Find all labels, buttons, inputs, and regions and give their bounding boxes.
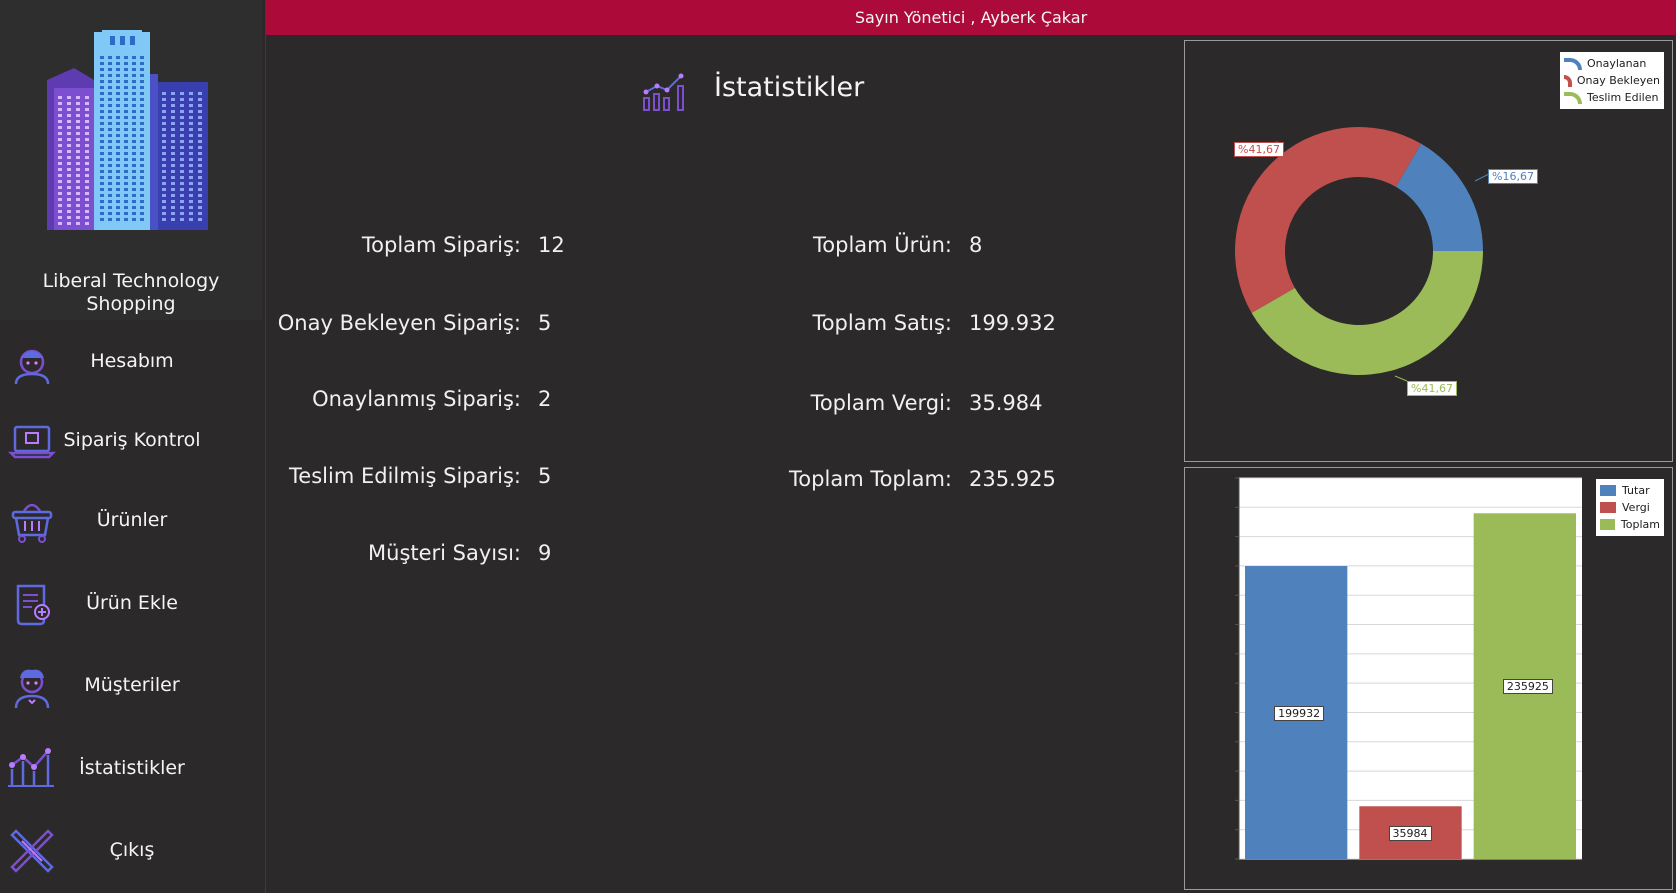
laptop-order-icon: [8, 425, 56, 459]
stat-label-toplam-toplam: Toplam Toplam:: [789, 467, 952, 491]
stat-label-teslim-edilmis: Teslim Edilmiş Sipariş:: [289, 464, 521, 488]
legend-item-toplam: Toplam: [1600, 516, 1660, 533]
stat-label-toplam-urun: Toplam Ürün:: [813, 233, 952, 257]
bar-toplam-label: 235925: [1502, 679, 1553, 695]
stat-value-teslim-edilmis: 5: [538, 464, 552, 488]
brand-panel: Liberal Technology Shopping: [0, 0, 262, 320]
stat-label-onay-bekleyen: Onay Bekleyen Sipariş:: [277, 311, 521, 335]
customer-icon: [14, 669, 50, 709]
slice-label-onay-bekleyen: %41,67: [1234, 142, 1284, 157]
sidebar-item-label: Hesabım: [90, 350, 174, 372]
stat-value-toplam-vergi: 35.984: [969, 391, 1043, 415]
stat-value-toplam-urun: 8: [969, 233, 983, 257]
bar-vergi-label: 35984: [1388, 825, 1432, 841]
doughnut-legend: Onaylanan Onay Bekleyen Teslim Edilen: [1560, 52, 1664, 109]
stat-label-toplam-siparis: Toplam Sipariş:: [361, 233, 521, 257]
doughnut-chart-panel: Onaylanan Onay Bekleyen Teslim Edilen %4…: [1184, 40, 1673, 462]
stat-value-toplam-siparis: 12: [538, 233, 565, 257]
sidebar-item-hesabim[interactable]: Hesabım: [0, 326, 264, 396]
stat-label-onaylanmis: Onaylanmış Sipariş:: [312, 387, 521, 411]
legend-item-vergi: Vergi: [1600, 499, 1660, 516]
statistics-chart-icon: [643, 73, 684, 111]
legend-item-onay-bekleyen: Onay Bekleyen: [1564, 72, 1660, 89]
sidebar: Liberal Technology Shopping Hesabım Sipa…: [0, 0, 266, 893]
sidebar-item-label: Ürün Ekle: [86, 592, 178, 614]
sidebar-item-label: Çıkış: [109, 839, 155, 861]
sidebar-item-istatistikler[interactable]: İstatistikler: [0, 733, 264, 803]
stat-value-onay-bekleyen: 5: [538, 311, 552, 335]
bar-legend: Tutar Vergi Toplam: [1596, 479, 1664, 536]
sidebar-item-cikis[interactable]: Çıkış: [0, 815, 264, 885]
shopping-basket-icon: [11, 503, 53, 543]
legend-item-teslim-edilen: Teslim Edilen: [1564, 89, 1660, 106]
leader-line: [1394, 375, 1408, 382]
brand-name: Liberal Technology Shopping: [42, 270, 220, 315]
account-user-icon: [14, 349, 50, 385]
skyscraper-buildings-icon: [47, 30, 208, 230]
stat-value-toplam-satis: 199.932: [969, 311, 1056, 335]
page-title: İstatistikler: [714, 72, 865, 103]
sidebar-item-label: Ürünler: [96, 509, 168, 531]
stat-label-toplam-vergi: Toplam Vergi:: [810, 391, 952, 415]
sidebar-item-label: Sipariş Kontrol: [63, 429, 201, 451]
close-x-icon: [10, 829, 54, 873]
sidebar-item-label: Müşteriler: [84, 674, 180, 696]
legend-item-onaylanan: Onaylanan: [1564, 55, 1660, 72]
sidebar-item-label: İstatistikler: [79, 757, 185, 779]
statistics-graph-icon: [8, 748, 54, 787]
sidebar-item-urunler[interactable]: Ürünler: [0, 485, 264, 555]
stat-value-toplam-toplam: 235.925: [969, 467, 1056, 491]
welcome-header: Sayın Yönetici , Ayberk Çakar: [266, 0, 1676, 35]
slice-label-teslim-edilen: %41,67: [1407, 381, 1457, 396]
stat-label-musteri-sayisi: Müşteri Sayısı:: [368, 541, 521, 565]
stat-value-musteri-sayisi: 9: [538, 541, 552, 565]
stat-label-toplam-satis: Toplam Satış:: [812, 311, 952, 335]
stat-value-onaylanmis: 2: [538, 387, 552, 411]
slice-label-onaylanan: %16,67: [1488, 169, 1538, 184]
legend-item-tutar: Tutar: [1600, 482, 1660, 499]
bar-tutar-label: 199932: [1274, 705, 1325, 721]
sidebar-item-siparis-kontrol[interactable]: Sipariş Kontrol: [0, 405, 264, 475]
bar-chart-panel: Tutar Vergi Toplam 199932 35984 235925: [1184, 467, 1673, 890]
scroll-add-icon: [16, 584, 50, 626]
sidebar-item-urun-ekle[interactable]: Ürün Ekle: [0, 568, 264, 638]
sidebar-item-musteriler[interactable]: Müşteriler: [0, 650, 264, 720]
